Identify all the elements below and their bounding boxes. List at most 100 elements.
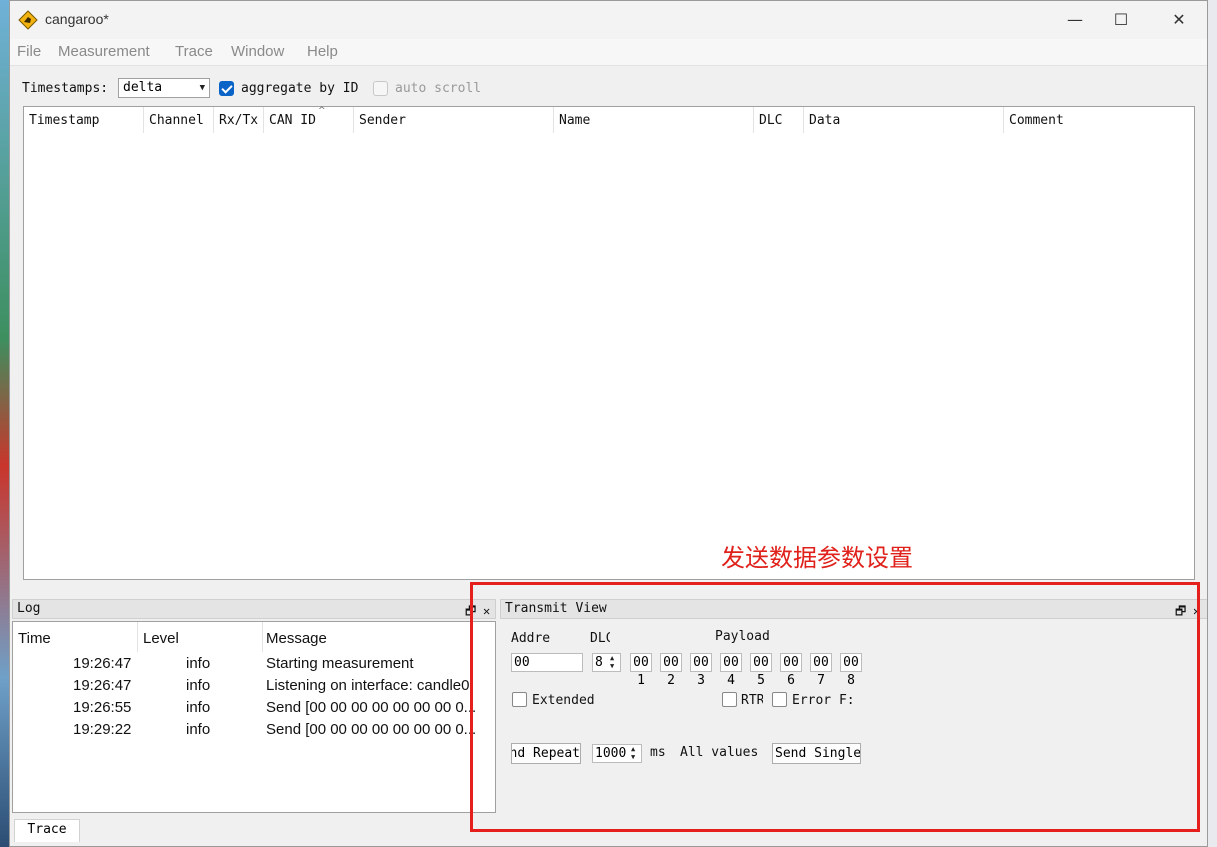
column-divider — [262, 622, 263, 652]
payload-byte-5[interactable]: 00 — [750, 653, 772, 672]
payload-byte-8[interactable]: 00 — [840, 653, 862, 672]
desktop-background-right — [1207, 0, 1217, 847]
payload-byte-4[interactable]: 00 — [720, 653, 742, 672]
byte-index: 5 — [757, 673, 765, 688]
log-time: 19:26:55 — [73, 699, 132, 716]
annotation-label: 发送数据参数设置 — [721, 544, 913, 572]
log-level: info — [186, 677, 211, 694]
menu-window[interactable]: Window — [231, 43, 284, 60]
column-divider — [753, 107, 754, 133]
sort-ascending-icon: ^ — [318, 106, 326, 116]
kangaroo-app-icon — [18, 10, 38, 30]
close-button[interactable]: ✕ — [1156, 7, 1202, 33]
interval-value: 1000 — [595, 746, 627, 761]
column-divider — [803, 107, 804, 133]
error-frame-checkbox[interactable] — [772, 692, 787, 707]
send-repeat-button[interactable]: Send Repeat — [511, 743, 581, 764]
autoscroll-label: auto scroll — [395, 81, 482, 96]
log-level: info — [186, 655, 211, 672]
column-header-comment[interactable]: Comment — [1009, 113, 1179, 133]
rtr-checkbox[interactable] — [722, 692, 737, 707]
log-time: 19:26:47 — [73, 677, 132, 694]
autoscroll-checkbox[interactable] — [373, 81, 388, 96]
log-time: 19:26:47 — [73, 655, 132, 672]
timestamps-label: Timestamps: — [22, 81, 109, 96]
address-input[interactable]: 00 — [511, 653, 583, 672]
aggregate-label: aggregate by ID — [241, 81, 359, 96]
column-divider — [353, 107, 354, 133]
column-header-data[interactable]: Data — [809, 113, 999, 133]
close-icon[interactable]: ✕ — [483, 602, 490, 620]
trace-table[interactable]: Timestamp Channel Rx/Tx CAN ID ^ Sender … — [23, 106, 1195, 580]
log-level: info — [186, 699, 211, 716]
column-header-rxtx[interactable]: Rx/Tx — [219, 113, 263, 133]
float-icon[interactable]: 🗗 — [465, 602, 476, 620]
menu-file[interactable]: File — [17, 43, 41, 60]
column-header-name[interactable]: Name — [559, 113, 749, 133]
bottom-tab-bar — [10, 815, 1207, 846]
log-level: info — [186, 721, 211, 738]
tab-trace[interactable]: Trace — [14, 819, 80, 842]
log-message: Listening on interface: candle0 — [266, 677, 470, 694]
timestamps-select[interactable]: delta ▼ — [118, 78, 210, 98]
transmit-panel — [500, 621, 1207, 813]
send-repeat-label: Send Repeat — [511, 746, 580, 761]
byte-index: 4 — [727, 673, 735, 688]
payload-label: Payload — [715, 629, 770, 644]
error-frame-label: Error F: — [792, 693, 855, 708]
menu-help[interactable]: Help — [307, 43, 338, 60]
send-single-button[interactable]: Send Single — [772, 743, 861, 764]
column-header-sender[interactable]: Sender — [359, 113, 549, 133]
transmit-title: Transmit View — [505, 601, 607, 616]
title-bar: cangaroo* — ☐ ✕ — [10, 1, 1207, 39]
spin-arrows-icon[interactable]: ▲ ▼ — [610, 654, 619, 670]
log-table[interactable]: Time Level Message 19:26:47 info Startin… — [12, 621, 496, 813]
payload-byte-2[interactable]: 00 — [660, 653, 682, 672]
chevron-down-icon: ▼ — [199, 83, 205, 93]
byte-index: 8 — [847, 673, 855, 688]
window-title: cangaroo* — [45, 11, 109, 27]
log-title: Log — [17, 601, 41, 616]
dlc-label: DLC — [590, 631, 610, 646]
spin-arrows-icon[interactable]: ▲ ▼ — [631, 745, 640, 761]
send-single-label: Send Single — [775, 746, 861, 761]
payload-byte-6[interactable]: 00 — [780, 653, 802, 672]
log-column-message[interactable]: Message — [266, 630, 327, 647]
byte-index: 6 — [787, 673, 795, 688]
address-label: Addre — [511, 631, 551, 646]
maximize-button[interactable]: ☐ — [1098, 7, 1144, 33]
rtr-label: RTR — [741, 693, 763, 708]
interval-spinbox[interactable]: 1000 ▲ ▼ — [592, 744, 642, 763]
column-divider — [137, 622, 138, 652]
menu-bar: File Measurement Trace Window Help — [10, 39, 1207, 66]
log-column-time[interactable]: Time — [18, 630, 51, 647]
interval-unit: ms — [650, 745, 666, 760]
column-header-can-id[interactable]: CAN ID — [269, 113, 349, 133]
minimize-button[interactable]: — — [1052, 7, 1098, 33]
extended-checkbox[interactable] — [512, 692, 527, 707]
extended-label: Extended — [532, 693, 595, 708]
menu-measurement[interactable]: Measurement — [58, 43, 150, 60]
timestamps-select-value: delta — [123, 80, 163, 95]
menu-trace[interactable]: Trace — [175, 43, 213, 60]
aggregate-checkbox[interactable] — [219, 81, 234, 96]
byte-index: 2 — [667, 673, 675, 688]
log-column-level[interactable]: Level — [143, 630, 179, 647]
dlc-spinbox[interactable]: 8 ▲ ▼ — [592, 653, 621, 672]
byte-index: 1 — [637, 673, 645, 688]
close-icon[interactable]: ✕ — [1193, 602, 1200, 620]
all-values-label: All values — [680, 745, 759, 760]
payload-byte-7[interactable]: 00 — [810, 653, 832, 672]
column-divider — [143, 107, 144, 133]
payload-byte-1[interactable]: 00 — [630, 653, 652, 672]
address-value: 00 — [514, 655, 530, 670]
column-header-dlc[interactable]: DLC — [759, 113, 799, 133]
column-header-channel[interactable]: Channel — [149, 113, 211, 133]
log-message: Send [00 00 00 00 00 00 00 0... — [266, 721, 477, 738]
log-message: Starting measurement — [266, 655, 414, 672]
app-window: cangaroo* — ☐ ✕ File Measurement Trace W… — [9, 0, 1208, 847]
float-icon[interactable]: 🗗 — [1175, 602, 1186, 620]
column-divider — [553, 107, 554, 133]
payload-byte-3[interactable]: 00 — [690, 653, 712, 672]
column-header-timestamp[interactable]: Timestamp — [29, 113, 139, 133]
